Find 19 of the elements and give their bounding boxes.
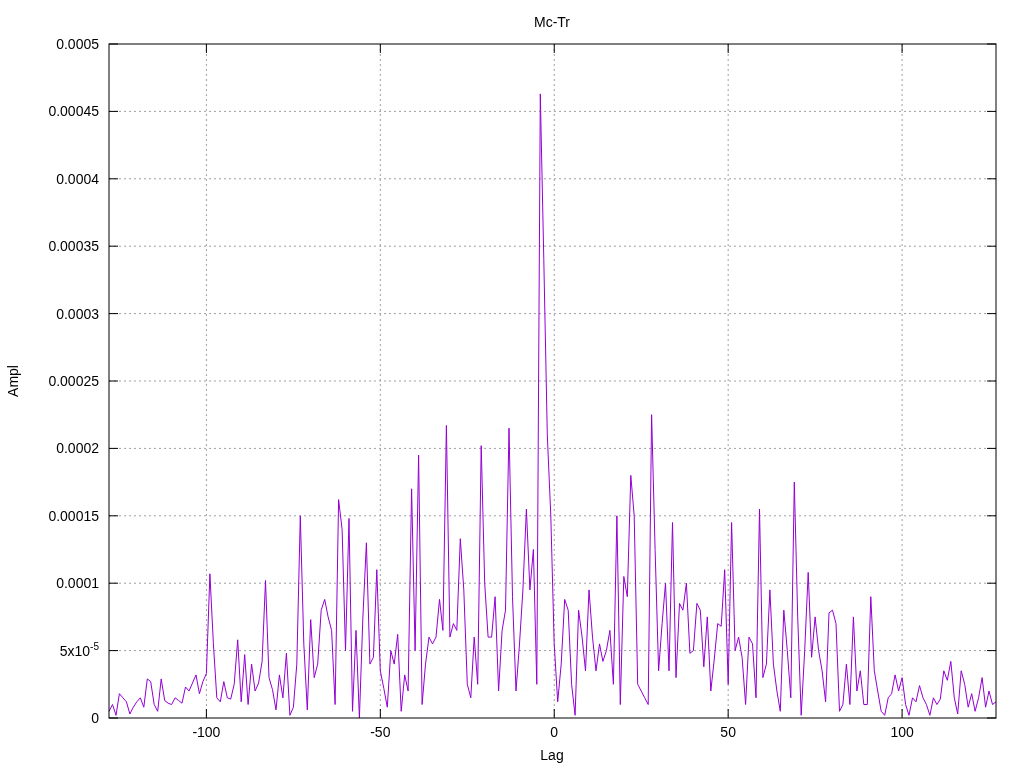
- tick-label: 0.0001: [56, 575, 99, 592]
- tick-label: 0: [91, 710, 99, 726]
- tick-label: 0: [550, 724, 559, 740]
- tick-label: 50: [720, 724, 736, 740]
- tick-label: 0.00045: [48, 103, 99, 120]
- tick-label: 0.0004: [56, 170, 99, 187]
- tick-label: 0.00015: [48, 507, 99, 524]
- tick-label: 0.00025: [48, 373, 99, 389]
- tick-label: -100: [192, 724, 221, 740]
- tick-label: 0.00035: [48, 238, 99, 255]
- tick-label: -50: [370, 724, 391, 740]
- tick-label: 0.0003: [56, 305, 99, 322]
- chart-title: Mc-Tr: [534, 14, 570, 30]
- tick-label: 0.0005: [56, 36, 99, 52]
- tick-label: 100: [890, 724, 914, 740]
- tick-label: 5x10$^{-5}$: [59, 640, 99, 659]
- tick-label: 0.0002: [56, 440, 99, 457]
- axis-label: Lag: [540, 747, 564, 763]
- axis-label: Ampl: [5, 365, 21, 397]
